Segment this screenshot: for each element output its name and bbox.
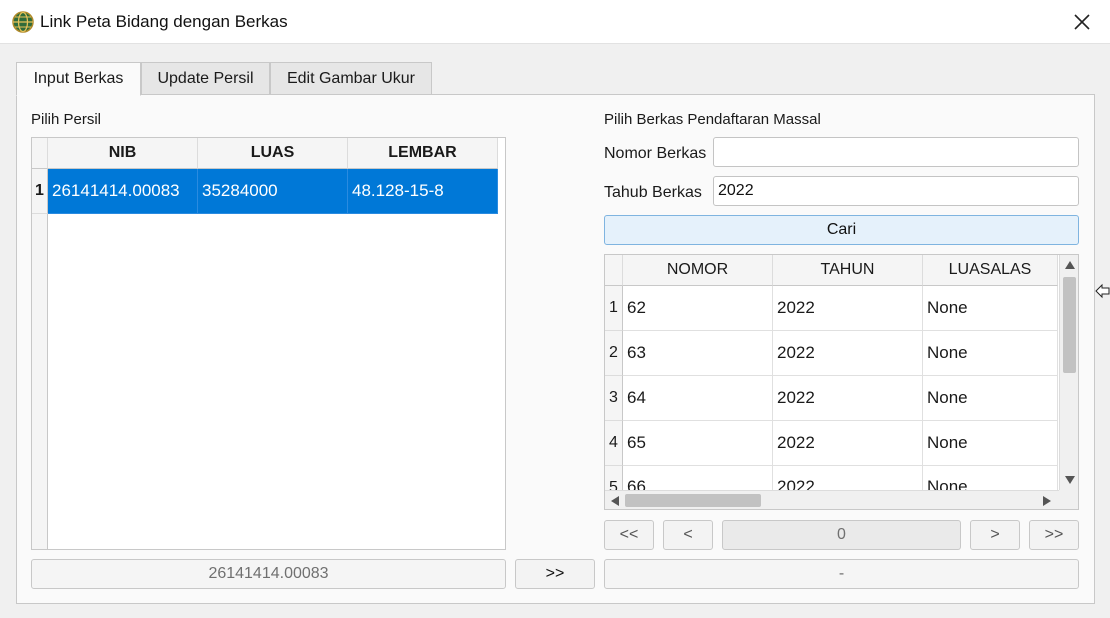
table-cell-nomor[interactable]: 64 [623, 376, 773, 421]
table-cell-nomor[interactable]: 63 [623, 331, 773, 376]
arrow-left-icon[interactable] [611, 496, 619, 506]
table-cell-tahun[interactable]: 2022 [773, 376, 923, 421]
table-cell-nomor[interactable]: 65 [623, 421, 773, 466]
selected-berkas-display: - [604, 559, 1079, 589]
table-cell-lembar[interactable]: 48.128-15-8 [348, 169, 498, 214]
row-header[interactable]: 3 [605, 376, 623, 421]
row-header-strip [32, 214, 48, 549]
nomor-berkas-input[interactable] [713, 137, 1079, 167]
next-page-button[interactable]: > [970, 520, 1020, 550]
tahun-berkas-label: Tahub Berkas [604, 184, 702, 201]
arrow-right-icon[interactable] [1043, 496, 1051, 506]
row-header[interactable]: 4 [605, 421, 623, 466]
vertical-scroll-thumb[interactable] [1063, 277, 1076, 373]
tab-input-berkas[interactable]: Input Berkas [16, 62, 141, 96]
arrow-down-icon[interactable] [1065, 476, 1075, 484]
column-header-tahun[interactable]: TAHUN [773, 255, 923, 286]
nomor-berkas-label: Nomor Berkas [604, 145, 707, 162]
table-cell-luasalas[interactable]: None [923, 376, 1058, 421]
pilih-persil-label: Pilih Persil [31, 111, 102, 128]
horizontal-scroll-thumb[interactable] [625, 494, 761, 507]
page-number-display: 0 [722, 520, 961, 550]
table-cell-tahun[interactable]: 2022 [773, 421, 923, 466]
first-page-button[interactable]: << [604, 520, 654, 550]
close-icon [1074, 14, 1090, 30]
pilih-berkas-label: Pilih Berkas Pendaftaran Massal [604, 111, 821, 128]
column-header-nib[interactable]: NIB [48, 138, 198, 169]
table-cell-nomor[interactable]: 62 [623, 286, 773, 331]
table-cell-luas[interactable]: 35284000 [198, 169, 348, 214]
row-header[interactable]: 1 [32, 169, 48, 214]
row-header[interactable]: 2 [605, 331, 623, 376]
table-cell-luasalas[interactable]: None [923, 331, 1058, 376]
table-corner [605, 255, 623, 286]
title-bar: Link Peta Bidang dengan Berkas [0, 0, 1110, 44]
column-header-nomor[interactable]: NOMOR [623, 255, 773, 286]
window-title: Link Peta Bidang dengan Berkas [40, 12, 288, 31]
tahun-berkas-input[interactable] [713, 176, 1079, 206]
tab-edit-gambar-ukur[interactable]: Edit Gambar Ukur [270, 62, 432, 95]
cursor-icon [1095, 283, 1110, 299]
prev-page-button[interactable]: < [663, 520, 713, 550]
column-header-lembar[interactable]: LEMBAR [348, 138, 498, 169]
table-cell-tahun[interactable]: 2022 [773, 331, 923, 376]
globe-icon [12, 11, 34, 33]
scrollbar-corner [1059, 490, 1078, 509]
berkas-table: NOMOR TAHUN LUASALAS 1 62 2022 None 2 63… [604, 254, 1079, 510]
last-page-button[interactable]: >> [1029, 520, 1079, 550]
transfer-button[interactable]: >> [515, 559, 595, 589]
table-cell-luasalas[interactable]: None [923, 421, 1058, 466]
selected-persil-display: 26141414.00083 [31, 559, 506, 589]
row-header[interactable]: 1 [605, 286, 623, 331]
vertical-scrollbar[interactable] [1059, 255, 1078, 490]
table-cell-nib[interactable]: 26141414.00083 [48, 169, 198, 214]
persil-table: NIB LUAS LEMBAR 1 26141414.00083 3528400… [31, 137, 506, 550]
table-corner [32, 138, 48, 169]
arrow-up-icon[interactable] [1065, 261, 1075, 269]
column-header-luas[interactable]: LUAS [198, 138, 348, 169]
tab-update-persil[interactable]: Update Persil [141, 62, 270, 95]
table-cell-luasalas[interactable]: None [923, 286, 1058, 331]
table-cell-tahun[interactable]: 2022 [773, 286, 923, 331]
column-header-luasalas[interactable]: LUASALAS [923, 255, 1058, 286]
cari-button[interactable]: Cari [604, 215, 1079, 245]
horizontal-scrollbar[interactable] [605, 490, 1059, 509]
close-button[interactable] [1054, 0, 1110, 44]
